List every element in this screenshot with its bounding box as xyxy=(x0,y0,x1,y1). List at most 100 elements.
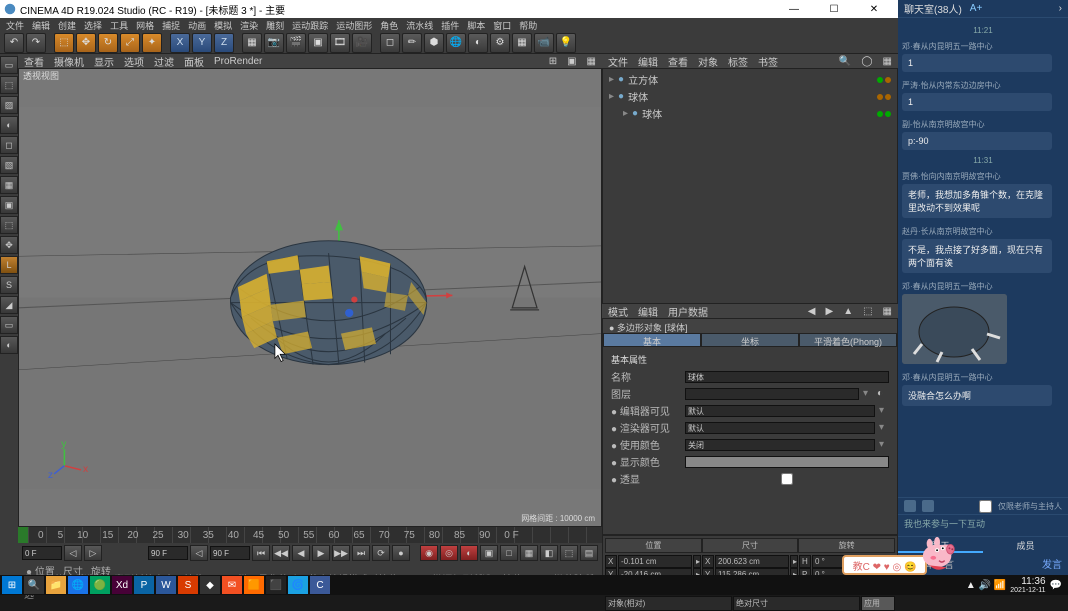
objmenu-标签[interactable]: 标签 xyxy=(728,54,748,69)
chat-messages[interactable]: 11:21邓·春从内昆明五一路中心1严涛·怡从内常东边边房中心1副-怡从南京明故… xyxy=(898,18,1068,497)
tool-🎞[interactable]: 🎞 xyxy=(330,33,350,53)
frame-start-input[interactable] xyxy=(22,546,62,560)
mode-tool-3[interactable]: ◐ xyxy=(0,116,18,134)
object-row[interactable]: ▸●球体 xyxy=(605,88,895,105)
windows-taskbar[interactable]: ⊞🔍📁🌐🟢XdPWS◆✉🟧⬛🌀C ▲ 🔊 📶 11:36 2021-12-11 … xyxy=(0,575,1068,595)
play2-7[interactable]: ⬚ xyxy=(560,545,578,561)
vp-menu-面板[interactable]: 面板 xyxy=(184,54,204,69)
tool-⬢[interactable]: ⬢ xyxy=(424,33,444,53)
timeline[interactable]: 0510152025303540455055606570758085900 F xyxy=(18,527,602,543)
vp-menu-查看[interactable]: 查看 xyxy=(24,54,44,69)
menu-角色[interactable]: 角色 xyxy=(380,19,398,32)
coord-apply-button[interactable]: 应用 xyxy=(861,596,895,611)
spinner[interactable]: ▸ xyxy=(790,555,798,568)
mode-tool-13[interactable]: ▭ xyxy=(0,316,18,334)
taskbar-app-1[interactable]: 🔍 xyxy=(24,576,44,594)
mode-tool-4[interactable]: ◻ xyxy=(0,136,18,154)
mode-tool-9[interactable]: ✥ xyxy=(0,236,18,254)
vp-layout-icon[interactable]: ▣ xyxy=(567,56,576,67)
attr-nav-icon[interactable]: ▦ xyxy=(883,306,892,317)
menu-运动跟踪[interactable]: 运动跟踪 xyxy=(292,19,328,32)
coord-value[interactable]: -0.101 cm xyxy=(618,555,692,568)
menu-雕刻[interactable]: 雕刻 xyxy=(266,19,284,32)
attr-value[interactable]: 默认 xyxy=(685,405,875,417)
tool-📷[interactable]: 📷 xyxy=(264,33,284,53)
tool-↻[interactable]: ↻ xyxy=(98,33,118,53)
attr-value[interactable]: 球体 xyxy=(685,371,889,383)
host-only-checkbox[interactable] xyxy=(979,500,992,513)
mode-tool-2[interactable]: ▨ xyxy=(0,96,18,114)
attrmenu-模式[interactable]: 模式 xyxy=(608,304,628,319)
menu-网格[interactable]: 网格 xyxy=(136,19,154,32)
attr-nav-icon[interactable]: ▲ xyxy=(843,306,853,317)
chat-close-icon[interactable]: › xyxy=(1059,3,1062,14)
taskbar-app-14[interactable]: C xyxy=(310,576,330,594)
menu-动画[interactable]: 动画 xyxy=(188,19,206,32)
menu-脚本[interactable]: 脚本 xyxy=(467,19,485,32)
menu-捕捉[interactable]: 捕捉 xyxy=(162,19,180,32)
attr-color[interactable] xyxy=(685,456,889,468)
tool-Y[interactable]: Y xyxy=(192,33,212,53)
menu-文件[interactable]: 文件 xyxy=(6,19,24,32)
attr-layer[interactable] xyxy=(685,388,859,400)
play2-5[interactable]: ▦ xyxy=(520,545,538,561)
notif-icon[interactable]: 💬 xyxy=(1050,580,1062,591)
taskbar-app-4[interactable]: 🟢 xyxy=(90,576,110,594)
nav-next-key[interactable]: ▷ xyxy=(84,545,102,561)
mode-tool-7[interactable]: ▣ xyxy=(0,196,18,214)
vp-menu-显示[interactable]: 显示 xyxy=(94,54,114,69)
play2-8[interactable]: ▤ xyxy=(580,545,598,561)
minimize-button[interactable]: — xyxy=(774,0,814,18)
vp-layout-icon[interactable]: ▦ xyxy=(587,56,596,67)
attr-nav-icon[interactable]: ▶ xyxy=(825,306,833,317)
objmenu-编辑[interactable]: 编辑 xyxy=(638,54,658,69)
play2-2[interactable]: ◐ xyxy=(460,545,478,561)
taskbar-app-11[interactable]: 🟧 xyxy=(244,576,264,594)
tool-Z[interactable]: Z xyxy=(214,33,234,53)
taskbar-app-0[interactable]: ⊞ xyxy=(2,576,22,594)
chat-image[interactable] xyxy=(902,294,1007,364)
step-back[interactable]: ◁ xyxy=(190,545,208,561)
play-▶▶[interactable]: ▶▶ xyxy=(332,545,350,561)
vp-menu-ProRender[interactable]: ProRender xyxy=(214,56,262,67)
tool-✦[interactable]: ✦ xyxy=(142,33,162,53)
menu-选择[interactable]: 选择 xyxy=(84,19,102,32)
tool-✥[interactable]: ✥ xyxy=(76,33,96,53)
object-row[interactable]: ▸●立方体 xyxy=(605,71,895,88)
mode-tool-12[interactable]: ◢ xyxy=(0,296,18,314)
menu-模拟[interactable]: 模拟 xyxy=(214,19,232,32)
tool-⚙[interactable]: ⚙ xyxy=(490,33,510,53)
menu-渲染[interactable]: 渲染 xyxy=(240,19,258,32)
menu-创建[interactable]: 创建 xyxy=(58,19,76,32)
system-tray[interactable]: ▲ 🔊 📶 11:36 2021-12-11 💬 xyxy=(962,576,1066,594)
tool-▣[interactable]: ▣ xyxy=(308,33,328,53)
maximize-button[interactable]: ☐ xyxy=(814,0,854,18)
attrmenu-用户数据[interactable]: 用户数据 xyxy=(668,304,708,319)
objmgr-icon[interactable]: ◯ xyxy=(861,56,872,67)
attrmenu-编辑[interactable]: 编辑 xyxy=(638,304,658,319)
menu-编辑[interactable]: 编辑 xyxy=(32,19,50,32)
objmenu-文件[interactable]: 文件 xyxy=(608,54,628,69)
attr-nav-icon[interactable]: ⬚ xyxy=(863,306,872,317)
attr-tab[interactable]: 基本 xyxy=(603,333,701,347)
image-icon[interactable] xyxy=(922,500,934,512)
play2-4[interactable]: □ xyxy=(500,545,518,561)
menu-运动图形[interactable]: 运动图形 xyxy=(336,19,372,32)
font-size-btn[interactable]: A+ xyxy=(970,3,983,14)
tool-▦[interactable]: ▦ xyxy=(242,33,262,53)
taskbar-app-3[interactable]: 🌐 xyxy=(68,576,88,594)
taskbar-app-7[interactable]: W xyxy=(156,576,176,594)
play-⏭[interactable]: ⏭ xyxy=(352,545,370,561)
objmenu-书签[interactable]: 书签 xyxy=(758,54,778,69)
mode-tool-1[interactable]: ⬚ xyxy=(0,76,18,94)
tool-↷[interactable]: ↷ xyxy=(26,33,46,53)
taskbar-app-9[interactable]: ◆ xyxy=(200,576,220,594)
viewport[interactable]: x y z 网格间距 : 10000 cm 透视视图 MAXON CINEMA … xyxy=(18,68,602,527)
taskbar-app-2[interactable]: 📁 xyxy=(46,576,66,594)
play-⏮[interactable]: ⏮ xyxy=(252,545,270,561)
coord-mode[interactable]: 对象(相对) xyxy=(605,596,732,611)
play2-1[interactable]: ◎ xyxy=(440,545,458,561)
taskbar-app-12[interactable]: ⬛ xyxy=(266,576,286,594)
mode-tool-8[interactable]: ⬚ xyxy=(0,216,18,234)
frame-end-input[interactable] xyxy=(210,546,250,560)
